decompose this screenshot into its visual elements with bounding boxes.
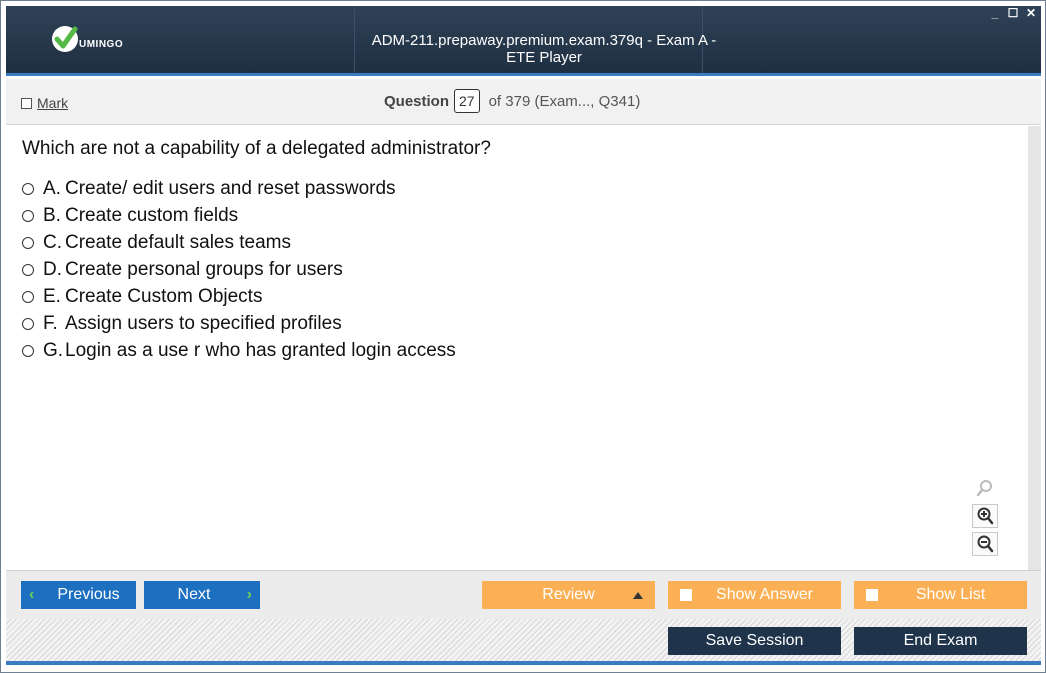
question-content: Which are not a capability of a delegate… — [6, 126, 1028, 570]
checkbox-icon[interactable] — [866, 589, 878, 601]
maximize-icon[interactable]: ☐ — [1007, 6, 1019, 20]
next-button[interactable]: Next › — [144, 581, 260, 609]
checkbox-icon[interactable] — [21, 97, 32, 109]
answer-option-b[interactable]: B. Create custom fields — [22, 202, 456, 229]
answer-option-d[interactable]: D. Create personal groups for users — [22, 256, 456, 283]
previous-label: Previous — [57, 586, 120, 603]
next-label: Next — [177, 586, 211, 603]
review-label: Review — [542, 586, 595, 603]
question-text: Which are not a capability of a delegate… — [22, 138, 491, 159]
question-number-input[interactable]: 27 — [454, 89, 480, 113]
radio-button[interactable] — [22, 263, 34, 276]
window-controls: _ ☐ ✕ — [989, 6, 1037, 20]
footer-bar: Save Session End Exam — [6, 619, 1041, 665]
title-bar: UMINGO ADM-211.prepaway.premium.exam.379… — [6, 6, 1041, 76]
option-letter: F. — [43, 312, 58, 334]
scrollbar[interactable] — [1028, 126, 1041, 570]
option-text: Assign users to specified profiles — [65, 312, 342, 334]
zoom-out-icon[interactable] — [972, 532, 998, 556]
app-window: UMINGO ADM-211.prepaway.premium.exam.379… — [0, 0, 1046, 673]
checkmark-logo-icon — [52, 26, 78, 52]
option-letter: G. — [43, 339, 64, 361]
title-divider — [354, 6, 355, 73]
option-letter: B. — [43, 204, 61, 226]
mark-label[interactable]: Mark — [37, 95, 68, 111]
zoom-in-icon[interactable] — [972, 504, 998, 528]
option-text: Create personal groups for users — [65, 258, 343, 280]
option-letter: A. — [43, 177, 61, 199]
answer-options: A. Create/ edit users and reset password… — [22, 175, 456, 364]
search-icon[interactable] — [972, 476, 998, 500]
chevron-left-icon: ‹ — [29, 586, 35, 603]
chevron-right-icon: › — [246, 586, 252, 603]
navigation-bar: ‹ Previous Next › Review Show Answer Sho… — [6, 570, 1041, 619]
question-header: Mark Question 27 of 379 (Exam..., Q341) — [6, 79, 1041, 125]
question-total: of 379 (Exam..., Q341) — [488, 92, 641, 110]
option-text: Create custom fields — [65, 204, 239, 226]
review-button[interactable]: Review — [482, 581, 655, 609]
option-text: Create Custom Objects — [65, 285, 263, 307]
app-logo: UMINGO — [52, 26, 123, 52]
radio-button[interactable] — [22, 182, 34, 195]
caret-up-icon[interactable] — [633, 592, 643, 599]
close-icon[interactable]: ✕ — [1025, 6, 1037, 20]
answer-option-c[interactable]: C. Create default sales teams — [22, 229, 456, 256]
save-session-button[interactable]: Save Session — [668, 627, 841, 655]
radio-button[interactable] — [22, 317, 34, 330]
show-list-label: Show List — [915, 586, 986, 603]
save-session-label: Save Session — [705, 632, 804, 649]
option-letter: E. — [43, 285, 61, 307]
minimize-icon[interactable]: _ — [989, 6, 1001, 20]
option-text: Login as a use r who has granted login a… — [65, 339, 456, 361]
answer-option-g[interactable]: G. Login as a use r who has granted logi… — [22, 337, 456, 364]
previous-button[interactable]: ‹ Previous — [21, 581, 136, 609]
answer-option-a[interactable]: A. Create/ edit users and reset password… — [22, 175, 456, 202]
question-label: Question — [384, 92, 450, 110]
option-letter: C. — [43, 231, 62, 253]
answer-option-f[interactable]: F. Assign users to specified profiles — [22, 310, 456, 337]
option-letter: D. — [43, 258, 62, 280]
end-exam-label: End Exam — [903, 632, 978, 649]
end-exam-button[interactable]: End Exam — [854, 627, 1027, 655]
mark-checkbox[interactable]: Mark — [21, 95, 68, 111]
show-answer-label: Show Answer — [716, 586, 813, 603]
radio-button[interactable] — [22, 344, 34, 357]
radio-button[interactable] — [22, 236, 34, 249]
radio-button[interactable] — [22, 209, 34, 222]
show-list-button[interactable]: Show List — [854, 581, 1027, 609]
option-text: Create/ edit users and reset passwords — [65, 177, 396, 199]
question-counter: Question 27 of 379 (Exam..., Q341) — [384, 89, 640, 113]
radio-button[interactable] — [22, 290, 34, 303]
answer-option-e[interactable]: E. Create Custom Objects — [22, 283, 456, 310]
show-answer-button[interactable]: Show Answer — [668, 581, 841, 609]
checkbox-icon[interactable] — [680, 589, 692, 601]
logo-text: UMINGO — [79, 39, 124, 50]
window-title: ADM-211.prepaway.premium.exam.379q - Exa… — [371, 32, 717, 66]
option-text: Create default sales teams — [65, 231, 292, 253]
zoom-controls — [972, 476, 998, 556]
